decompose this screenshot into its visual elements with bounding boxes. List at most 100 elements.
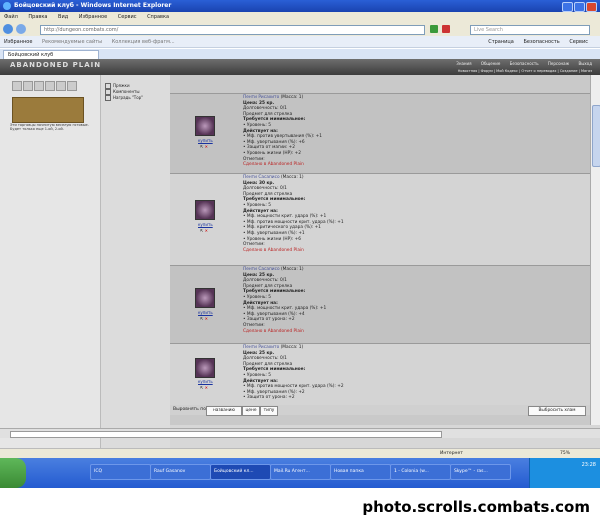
- act-line: • Мф. против увертывания (%): +1: [243, 134, 323, 140]
- clock[interactable]: 23:28: [582, 462, 596, 468]
- info-icon[interactable]: ⇱: [200, 316, 203, 321]
- buy-link[interactable]: купить: [198, 379, 213, 384]
- item-mass: (Масса: 1): [280, 345, 304, 350]
- filter-panel: Пряжки Компоненты Наградь "Тор": [100, 75, 170, 448]
- menu-favorites[interactable]: Избранное: [79, 14, 107, 20]
- item-note-2: Сделано в Abandoned Plain: [243, 162, 304, 168]
- maximize-button[interactable]: [574, 2, 585, 12]
- taskbar-icq[interactable]: ICQ: [90, 464, 151, 480]
- address-bar: http://dungeon.combats.com/ Live Search: [0, 22, 600, 36]
- slot[interactable]: [67, 81, 77, 91]
- taskbar-combats[interactable]: Бойцовский кл...: [210, 464, 271, 480]
- nav-security[interactable]: Безопасность: [510, 61, 539, 66]
- act-line: • Мф. мощности крит. удара (%): +1: [243, 306, 327, 312]
- delete-icon[interactable]: ✕: [205, 228, 208, 233]
- back-icon[interactable]: [3, 24, 13, 34]
- taskbar-skype[interactable]: Skype™ - ras...: [450, 464, 511, 480]
- stop-icon[interactable]: [442, 25, 450, 33]
- slot[interactable]: [45, 81, 55, 91]
- equipment-slots: [12, 81, 78, 93]
- favorites-bar: Избранное Рекомендуемые сайты Коллекция …: [0, 36, 600, 48]
- game-subnav[interactable]: Новостная | Форум | Мой Кодекс | Отчет о…: [458, 69, 592, 73]
- item-image: [195, 358, 215, 378]
- forward-icon[interactable]: [16, 24, 26, 34]
- info-icon[interactable]: ⇱: [200, 144, 203, 149]
- chat-input[interactable]: [10, 431, 442, 438]
- scroll-thumb[interactable]: [592, 105, 600, 167]
- menu-view[interactable]: Вид: [58, 14, 68, 20]
- tab-row: Бойцовский клуб: [0, 49, 600, 60]
- item-details: Пенти Сасаписо (Масса: 1) Цена: 30 кр. Д…: [243, 175, 344, 253]
- taskbar-folder[interactable]: Новая папка: [330, 464, 391, 480]
- system-tray: 23:28: [529, 458, 600, 488]
- nav-exit[interactable]: Выход: [579, 61, 592, 66]
- close-button[interactable]: [586, 2, 597, 12]
- search-input[interactable]: Live Search: [470, 25, 590, 35]
- game-nav: Знания Общение Безопасность Персонаж Вых…: [448, 61, 592, 66]
- delete-icon[interactable]: ✕: [205, 316, 208, 321]
- game-logo: ABANDONED PLAIN: [10, 61, 102, 69]
- slot[interactable]: [34, 81, 44, 91]
- item-details: Пенти Рисахито (Масса: 1) Цена: 25 кр. Д…: [243, 95, 322, 168]
- nav-chat[interactable]: Общение: [481, 61, 501, 66]
- slot[interactable]: [56, 81, 66, 91]
- nav-character[interactable]: Персонаж: [548, 61, 569, 66]
- item-name[interactable]: Пенти Рисахито: [243, 95, 279, 100]
- taskbar-colonia[interactable]: 1 - Colonia (w...: [390, 464, 451, 480]
- taskbar-rauf[interactable]: Rauf Gasanov: [150, 464, 211, 480]
- item-name[interactable]: Пенти Сасаписо: [243, 175, 280, 180]
- sort-by-type-button[interactable]: типу: [260, 406, 278, 416]
- taskbar-mailru[interactable]: Mail.Ru Агент...: [270, 464, 331, 480]
- safety-menu[interactable]: Безопасность: [523, 39, 559, 45]
- item-name[interactable]: Пенти Сасаписо: [243, 267, 280, 272]
- item-actions: ⇱ ✕: [200, 316, 208, 321]
- sort-by-name-button[interactable]: названию: [206, 406, 242, 416]
- status-bar: Интернет 75%: [0, 448, 600, 458]
- page-scrollbar[interactable]: [590, 75, 600, 425]
- window-title: Бойцовский клуб - Windows Internet Explo…: [14, 2, 172, 9]
- act-line: • Мф. против мощности крит. удара (%): +…: [243, 384, 344, 390]
- sort-by-price-button[interactable]: цене: [242, 406, 260, 416]
- fav-link-recommended[interactable]: Рекомендуемые сайты: [42, 39, 102, 45]
- slot[interactable]: [23, 81, 33, 91]
- fav-link-webslices[interactable]: Коллекция веб-фрагм...: [112, 39, 175, 45]
- page-menu[interactable]: Страница: [488, 39, 514, 45]
- item-note-2: Сделано в Abandoned Plain: [243, 247, 304, 253]
- window-title-bar: Бойцовский клуб - Windows Internet Explo…: [0, 0, 600, 12]
- chat-input-row: [0, 428, 600, 438]
- slot[interactable]: [12, 81, 22, 91]
- sort-label: Выровнять по: [173, 407, 206, 412]
- act-line: • Защита от урона: +2: [243, 395, 295, 401]
- filter-checkbox[interactable]: [105, 95, 111, 101]
- menu-edit[interactable]: Правка: [28, 14, 47, 20]
- filter-reward[interactable]: Наградь "Тор": [105, 95, 143, 101]
- item-actions: ⇱ ✕: [200, 228, 208, 233]
- start-button[interactable]: [0, 458, 26, 488]
- buy-link[interactable]: купить: [198, 222, 213, 227]
- item-name[interactable]: Пенти Рисахито: [243, 345, 279, 350]
- item-image: [195, 288, 215, 308]
- buy-link[interactable]: купить: [198, 310, 213, 315]
- menu-file[interactable]: Файл: [4, 14, 18, 20]
- taskbar: ICQ Rauf Gasanov Бойцовский кл... Mail.R…: [0, 458, 600, 488]
- tools-menu[interactable]: Сервис: [569, 39, 588, 45]
- info-icon[interactable]: ⇱: [200, 228, 203, 233]
- favorites-button[interactable]: Избранное: [4, 39, 32, 45]
- refresh-icon[interactable]: [430, 25, 438, 33]
- game-header: ABANDONED PLAIN Знания Общение Безопасно…: [0, 59, 600, 75]
- command-bar: Страница Безопасность Сервис: [488, 36, 596, 48]
- nav-knowledge[interactable]: Знания: [456, 61, 471, 66]
- info-icon[interactable]: ⇱: [200, 385, 203, 390]
- url-field[interactable]: http://dungeon.combats.com/: [40, 25, 425, 35]
- delete-icon[interactable]: ✕: [205, 385, 208, 390]
- buy-link[interactable]: купить: [198, 138, 213, 143]
- shop-item: купить ⇱ ✕ Пенти Рисахито (Масса: 1) Цен…: [170, 343, 590, 406]
- delete-icon[interactable]: ✕: [205, 144, 208, 149]
- item-actions: ⇱ ✕: [200, 385, 208, 390]
- minimize-button[interactable]: [562, 2, 573, 12]
- throw-junk-button[interactable]: Выбросить хлам: [528, 406, 586, 416]
- menu-tools[interactable]: Сервис: [118, 14, 137, 20]
- item-image: [195, 116, 215, 136]
- inventory-grid[interactable]: [12, 97, 84, 123]
- menu-help[interactable]: Справка: [147, 14, 169, 20]
